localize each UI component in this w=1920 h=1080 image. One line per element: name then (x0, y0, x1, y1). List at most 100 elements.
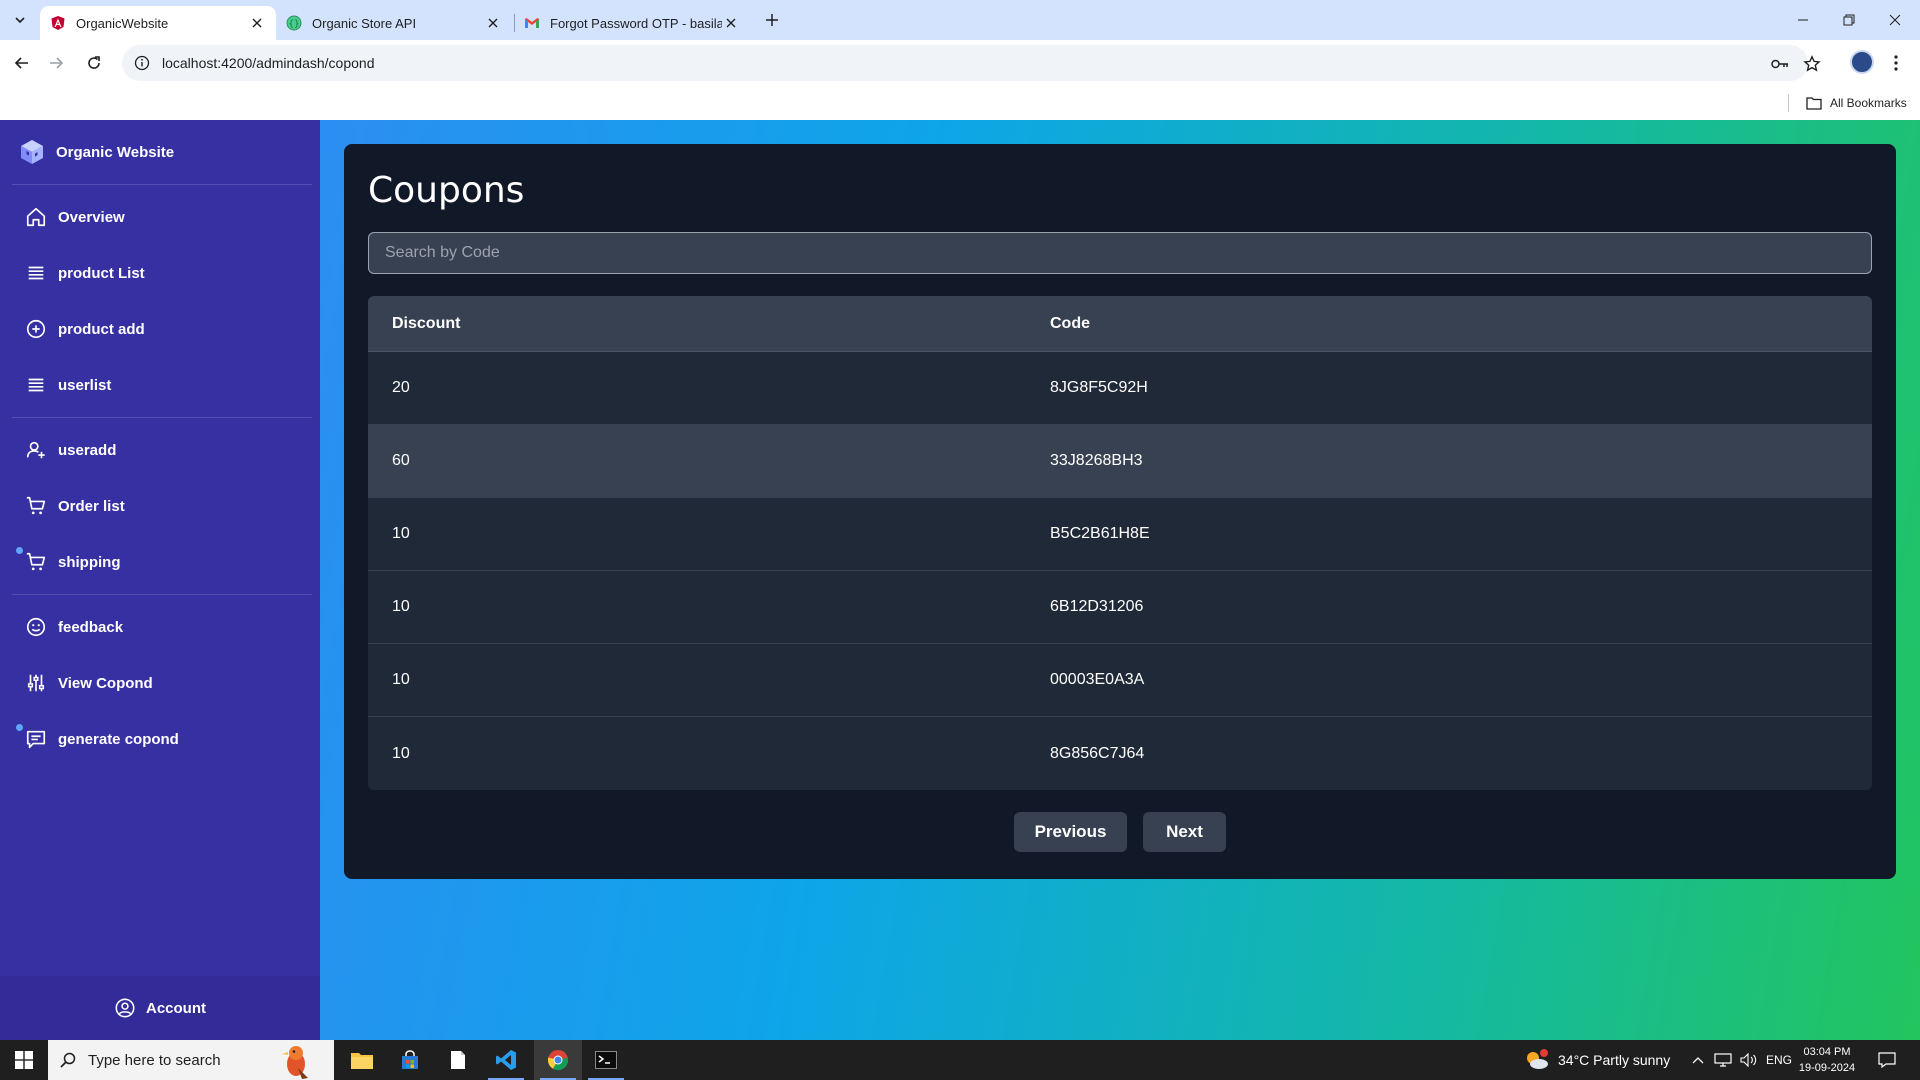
volume-icon[interactable] (1740, 1040, 1758, 1080)
weather-text: 34°C Partly sunny (1558, 1052, 1671, 1068)
folder-icon (351, 1053, 373, 1069)
network-icon[interactable] (1714, 1040, 1732, 1080)
discount-cell: 10 (392, 744, 410, 762)
brand[interactable]: Organic Website (20, 136, 174, 168)
bookmarks-separator (1788, 94, 1789, 112)
forward-button[interactable] (42, 49, 70, 77)
store-app[interactable] (386, 1040, 434, 1080)
file-explorer-app[interactable] (338, 1040, 386, 1080)
previous-button[interactable]: Previous (1014, 812, 1127, 852)
sidebar-item-shipping[interactable]: shipping (12, 542, 308, 582)
table-row[interactable]: 10 00003E0A3A (368, 644, 1872, 717)
password-key-icon[interactable] (1770, 54, 1790, 74)
browser-menu-button[interactable] (1888, 52, 1904, 74)
discount-cell: 10 (392, 598, 410, 615)
table-row[interactable]: 10 8G856C7J64 (368, 717, 1872, 790)
sidebar-divider (12, 594, 312, 595)
angular-icon (51, 16, 65, 30)
close-window-button[interactable] (1872, 0, 1918, 40)
table-row[interactable]: 20 8JG8F5C92H (368, 352, 1872, 425)
table-row[interactable]: 10 6B12D31206 (368, 571, 1872, 644)
plus-icon (766, 14, 778, 26)
search-input[interactable] (368, 232, 1872, 274)
list-icon (24, 261, 48, 285)
vscode-app[interactable] (482, 1040, 530, 1080)
chrome-icon (547, 1050, 569, 1071)
tray-chevron-up-icon[interactable] (1692, 1040, 1704, 1080)
start-button[interactable] (0, 1040, 48, 1080)
discount-cell: 20 (392, 379, 410, 396)
tab-organic-store-api[interactable]: {} Organic Store API (276, 6, 512, 40)
star-bookmark-icon[interactable] (1802, 54, 1822, 74)
terminal-icon (595, 1051, 617, 1069)
sidebar-divider (12, 417, 312, 418)
chrome-app[interactable] (534, 1040, 582, 1080)
address-bar[interactable]: localhost:4200/admindash/copond (122, 45, 1808, 81)
cart-icon (24, 494, 48, 518)
taskbar-search[interactable]: Type here to search (48, 1040, 334, 1080)
sidebar-item-view-copond[interactable]: View Copond (12, 663, 308, 703)
info-icon[interactable] (134, 55, 150, 71)
next-button[interactable]: Next (1143, 812, 1226, 852)
windows-logo-icon (15, 1051, 33, 1069)
close-tab-icon[interactable] (248, 14, 266, 32)
all-bookmarks-label: All Bookmarks (1830, 96, 1907, 110)
weather-widget[interactable]: 34°C Partly sunny (1524, 1040, 1670, 1080)
sidebar-item-overview[interactable]: Overview (12, 197, 308, 237)
language-indicator[interactable]: ENG (1766, 1040, 1792, 1080)
restore-button[interactable] (1826, 0, 1872, 40)
vscode-icon (496, 1050, 516, 1070)
table-row[interactable]: 10 B5C2B61H8E (368, 498, 1872, 571)
search-icon (60, 1052, 76, 1068)
table-header: Discount Code (368, 296, 1872, 352)
notepad-app[interactable] (434, 1040, 482, 1080)
sidebar-item-feedback[interactable]: feedback (12, 607, 308, 647)
sidebar-item-order-list[interactable]: Order list (12, 486, 308, 526)
taskbar: Type here to search 34°C Partly sunny EN… (0, 1040, 1920, 1080)
sidebar-item-useradd[interactable]: useradd (12, 430, 308, 470)
coupons-card: Coupons Discount Code 20 8JG8F5C92H 60 3… (344, 144, 1896, 879)
smile-icon (24, 615, 48, 639)
list-icon (24, 373, 48, 397)
terminal-app[interactable] (582, 1040, 630, 1080)
reload-button[interactable] (80, 49, 108, 77)
sidebar-item-label: userlist (58, 376, 112, 394)
all-bookmarks-button[interactable]: All Bookmarks (1806, 92, 1907, 114)
clock[interactable]: 03:04 PM 19-09-2024 (1796, 1044, 1858, 1076)
tab-search-button[interactable] (8, 8, 32, 32)
code-cell: 8JG8F5C92H (1050, 379, 1148, 396)
close-tab-icon[interactable] (484, 14, 502, 32)
sidebar-item-product-list[interactable]: product List (12, 253, 308, 293)
profile-avatar[interactable] (1850, 50, 1874, 74)
tab-title: OrganicWebsite (76, 15, 169, 31)
document-icon (451, 1051, 465, 1069)
discount-cell: 10 (392, 525, 410, 542)
sidebar-item-generate-copond[interactable]: generate copond (12, 719, 308, 759)
back-button[interactable] (8, 49, 36, 77)
tab-organicwebsite[interactable]: OrganicWebsite (40, 6, 276, 40)
plus-circle-icon (24, 317, 48, 341)
new-tab-button[interactable] (758, 8, 786, 32)
sidebar-item-userlist[interactable]: userlist (12, 365, 308, 405)
arrow-left-icon (14, 57, 28, 69)
column-header-discount[interactable]: Discount (392, 315, 1050, 333)
minimize-button[interactable] (1780, 0, 1826, 40)
sidebar-item-product-add[interactable]: product add (12, 309, 308, 349)
bookmarks-bar: All Bookmarks (0, 86, 1920, 120)
close-tab-icon[interactable] (722, 14, 740, 32)
page-title: Coupons (368, 170, 525, 211)
code-cell: B5C2B61H8E (1050, 525, 1150, 542)
chevron-down-icon (15, 17, 25, 24)
sidebar-item-label: generate copond (58, 730, 179, 748)
url-text: localhost:4200/admindash/copond (162, 55, 375, 71)
clock-date: 19-09-2024 (1798, 1062, 1856, 1074)
notifications-icon[interactable] (1878, 1040, 1896, 1080)
code-cell: 00003E0A3A (1050, 671, 1145, 688)
coupons-table: Discount Code 20 8JG8F5C92H 60 33J8268BH… (368, 296, 1872, 790)
column-header-code[interactable]: Code (1050, 315, 1090, 333)
account-button[interactable]: Account (0, 976, 320, 1040)
tab-gmail[interactable]: Forgot Password OTP - basilaha (514, 6, 750, 40)
sidebar-item-label: Overview (58, 208, 125, 226)
table-row[interactable]: 60 33J8268BH3 (368, 425, 1872, 498)
sidebar-item-label: View Copond (58, 674, 153, 692)
